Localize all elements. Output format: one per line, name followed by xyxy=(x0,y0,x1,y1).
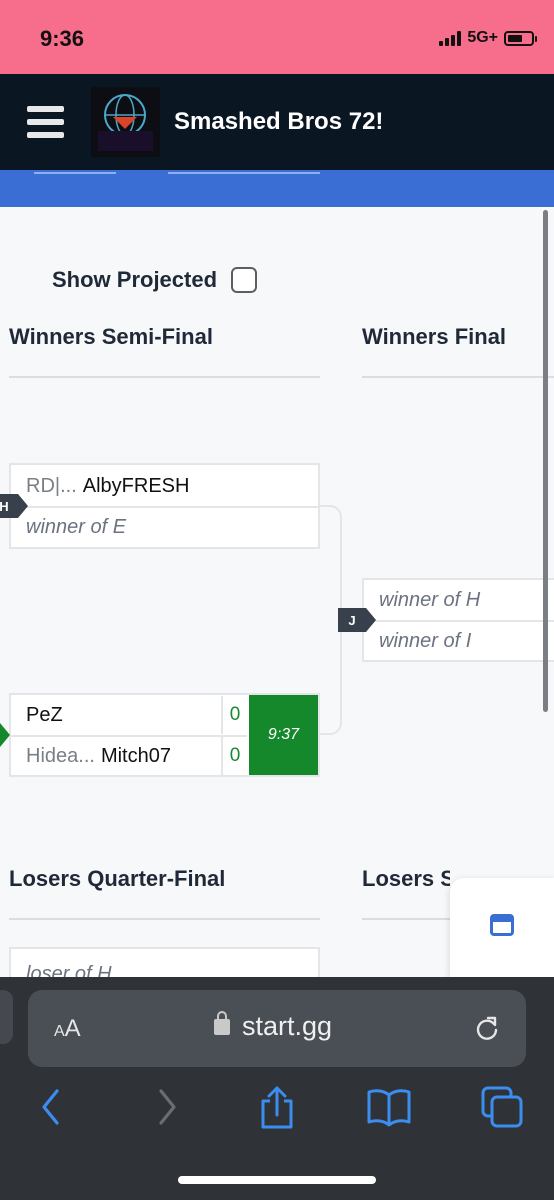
share-icon[interactable] xyxy=(258,1085,296,1129)
home-indicator xyxy=(178,1176,376,1184)
network-label: 5G+ xyxy=(467,29,498,46)
app-header: Smashed Bros 72! xyxy=(0,74,554,170)
set-j[interactable]: winner of H winner of I xyxy=(362,578,554,662)
divider xyxy=(9,376,320,378)
lock-icon xyxy=(214,1011,230,1035)
battery-icon xyxy=(504,30,537,46)
set-h-slot-2[interactable]: winner of E xyxy=(11,508,318,546)
previous-tab-handle[interactable] xyxy=(0,990,13,1044)
set-tag-h: H xyxy=(0,494,28,518)
set-tag-j: J xyxy=(338,608,376,632)
set-i-score-1: 0 xyxy=(221,696,247,734)
browser-toolbar: AA start.gg xyxy=(0,977,554,1200)
round-title-losers-quarter: Losers Quarter-Final xyxy=(9,866,226,891)
divider xyxy=(362,376,554,378)
set-h-slot-1[interactable]: RD|... AlbyFRESH xyxy=(11,467,318,505)
hamburger-menu-icon[interactable] xyxy=(27,106,64,138)
forward-icon[interactable] xyxy=(152,1085,182,1129)
player-team-prefix: RD|... xyxy=(26,474,77,497)
set-j-slot-1[interactable]: winner of H xyxy=(364,581,554,619)
tab-underline[interactable] xyxy=(34,172,116,174)
player-name: AlbyFRESH xyxy=(82,474,190,497)
floating-view-button[interactable] xyxy=(450,878,554,978)
set-j-slot-2[interactable]: winner of I xyxy=(364,622,554,660)
status-icons: 5G+ xyxy=(439,29,537,47)
round-title-losers-semi: Losers Semi-Final xyxy=(362,866,450,891)
reload-icon[interactable] xyxy=(474,1015,500,1041)
url-text[interactable]: start.gg xyxy=(242,1011,332,1042)
show-projected-checkbox[interactable] xyxy=(231,267,258,293)
status-bar: 9:36 5G+ xyxy=(0,0,554,74)
player-name: Mitch07 xyxy=(100,744,171,767)
show-projected-toggle[interactable]: Show Projected xyxy=(52,267,258,293)
set-i-score-2: 0 xyxy=(221,737,247,775)
divider xyxy=(362,918,450,920)
nav-tabs-band xyxy=(0,170,554,207)
tournament-logo[interactable] xyxy=(91,87,160,157)
back-icon[interactable] xyxy=(36,1085,66,1129)
player-name: PeZ xyxy=(26,703,63,726)
round-title-winners-final: Winners Final xyxy=(362,324,507,349)
set-h[interactable]: RD|... AlbyFRESH winner of E xyxy=(9,463,320,549)
tabs-icon[interactable] xyxy=(480,1085,524,1129)
round-title-winners-semi: Winners Semi-Final xyxy=(9,324,213,349)
bookmarks-icon[interactable] xyxy=(366,1085,412,1129)
window-icon xyxy=(490,914,514,936)
set-i-time-badge: 9:37 xyxy=(249,695,318,775)
scrollbar[interactable] xyxy=(543,210,548,712)
player-team-prefix: Hidea... xyxy=(26,744,95,767)
text-size-button[interactable]: AA xyxy=(54,1015,81,1043)
tournament-title: Smashed Bros 72! xyxy=(174,108,384,135)
status-time: 9:36 xyxy=(40,26,85,51)
divider xyxy=(9,918,320,920)
tab-underline[interactable] xyxy=(168,172,320,174)
show-projected-label: Show Projected xyxy=(52,267,218,292)
set-i[interactable]: PeZ 0 Hidea... Mitch07 0 9:37 xyxy=(9,693,320,777)
signal-icon xyxy=(439,30,462,46)
